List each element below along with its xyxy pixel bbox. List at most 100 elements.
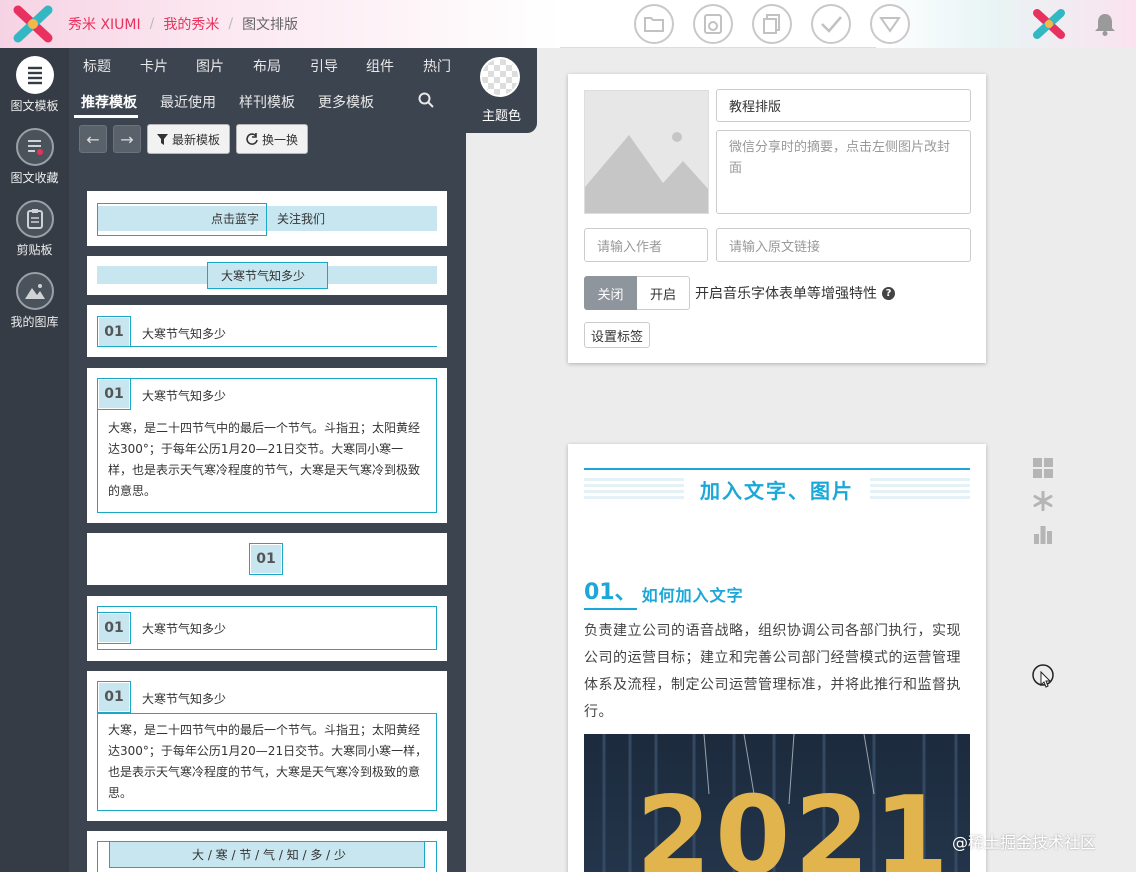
gallery-icon (15, 272, 54, 310)
template-title-text: 大寒节气知多少 (142, 389, 227, 403)
nav-label: 剪贴板 (16, 243, 53, 257)
category-hot[interactable]: 热门 (423, 56, 451, 76)
toolbar-icons (634, 4, 910, 44)
template-card-spaced-title[interactable]: 大 / 寒 / 节 / 气 / 知 / 多 / 少 (87, 831, 447, 872)
section-number: 01、 (584, 574, 637, 610)
summary-input[interactable]: 微信分享时的摘要，点击左侧图片改封面 (716, 130, 971, 214)
template-body-text: 大寒，是二十四节气中的最后一个节气。斗指丑；太阳黄经达300°；于每年公历1月2… (108, 421, 421, 498)
template-list: ← → 最新模板 换一换 点击蓝字 关注我们 大寒节气知多少 01 大寒节气知多… (69, 119, 466, 872)
spaced-title-text: 大 / 寒 / 节 / 气 / 知 / 多 / 少 (192, 848, 347, 862)
template-title-text: 大寒节气知多少 (142, 622, 227, 636)
set-tag-button[interactable]: 设置标签 (584, 322, 651, 348)
section-heading: 01、 如何加入文字 (584, 574, 744, 610)
article-header-block: 加入文字、图片 (584, 468, 970, 503)
shuffle-button[interactable]: 换一换 (236, 124, 309, 154)
nav-clipboard[interactable]: 剪贴板 (0, 200, 69, 258)
article-photo[interactable]: 2021 (584, 734, 970, 872)
nav-label: 图文模板 (10, 99, 59, 113)
latest-templates-button[interactable]: 最新模板 (147, 124, 231, 154)
music-feature-label: 开启音乐字体表单等增强特性 ? (695, 283, 895, 303)
article-paragraph[interactable]: 负责建立公司的语音战略，组织协调公司各部门执行，实现公司的运营目标；建立和完善公… (584, 618, 974, 726)
nav-templates[interactable]: 图文模板 (0, 56, 69, 114)
category-guide[interactable]: 引导 (310, 56, 338, 76)
left-nav: 图文模板 图文收藏 剪贴板 我的图库 (0, 48, 69, 872)
follow-left-text: 点击蓝字 (211, 212, 260, 226)
bell-icon[interactable] (1092, 11, 1118, 37)
music-label-text: 开启音乐字体表单等增强特性 (695, 286, 877, 302)
follow-right-text: 关注我们 (277, 212, 326, 226)
section-title: 如何加入文字 (641, 586, 744, 605)
music-off-button[interactable]: 关闭 (584, 276, 637, 310)
title-input[interactable]: 教程排版 (716, 89, 971, 122)
document-lines-icon (15, 56, 54, 94)
search-icon[interactable] (418, 92, 434, 108)
dropdown-icon[interactable] (870, 4, 910, 44)
watermark-text: @稀土掘金技术社区 (952, 833, 1097, 852)
preview-icon[interactable] (693, 4, 733, 44)
tab-magazine[interactable]: 样刊模板 (239, 92, 295, 112)
crumb-brand[interactable]: 秀米 XIUMI (68, 14, 141, 34)
stats-bar-icon[interactable] (1030, 521, 1056, 547)
template-card-title-bar[interactable]: 大寒节气知多少 (87, 256, 447, 295)
crumb-current: 图文排版 (242, 17, 299, 33)
photo-balloon-text: 2021 (636, 774, 953, 872)
template-panel-header: 标题 卡片 图片 布局 引导 组件 热门 推荐模板 最近使用 样刊模板 更多模板 (69, 48, 466, 119)
check-icon[interactable] (811, 4, 851, 44)
tab-more[interactable]: 更多模板 (318, 92, 374, 112)
theme-label: 主题色 (481, 109, 521, 124)
template-controls: ← → 最新模板 换一换 (79, 124, 309, 154)
template-card-number-only[interactable]: 01 (87, 533, 447, 585)
template-card-numbered[interactable]: 01 大寒节气知多少 (87, 305, 447, 357)
category-component[interactable]: 组件 (366, 56, 394, 76)
article-meta-card: 教程排版 微信分享时的摘要，点击左侧图片改封面 请输入作者 请输入原文链接 关闭… (568, 74, 986, 363)
template-title-text: 大寒节气知多少 (142, 692, 227, 706)
article-header-title: 加入文字、图片 (684, 475, 870, 503)
arrow-right-icon[interactable]: → (113, 125, 141, 153)
user-logo-icon[interactable] (1030, 6, 1068, 42)
nav-label: 图文收藏 (10, 171, 59, 185)
template-card-numbered-body[interactable]: 01 大寒节气知多少 大寒，是二十四节气中的最后一个节气。斗指丑；太阳黄经达30… (87, 368, 447, 523)
image-placeholder-icon (585, 132, 708, 213)
transparent-swatch-icon (480, 57, 520, 97)
breadcrumb: 秀米 XIUMI / 我的秀米 / 图文排版 (68, 14, 299, 34)
shuffle-label: 换一换 (262, 132, 299, 147)
category-card[interactable]: 卡片 (140, 56, 168, 76)
theme-color-button[interactable]: 主题色 (466, 48, 537, 133)
app-root: 秀米 XIUMI / 我的秀米 / 图文排版 图文模板 图文收藏 剪贴板 我的图… (0, 0, 1136, 872)
clipboard-icon (15, 200, 54, 238)
template-card-follow[interactable]: 点击蓝字 关注我们 (87, 191, 447, 246)
template-title-text: 大寒节气知多少 (221, 269, 306, 283)
xiumi-logo[interactable] (12, 4, 54, 44)
top-bar: 秀米 XIUMI / 我的秀米 / 图文排版 (0, 0, 1136, 48)
source-link-input[interactable]: 请输入原文链接 (716, 228, 971, 262)
tab-recommended[interactable]: 推荐模板 (81, 92, 137, 112)
music-toggle: 关闭 开启 (584, 276, 690, 310)
article-editor[interactable]: 加入文字、图片 01、 如何加入文字 负责建立公司的语音战略，组织协调公司各部门… (568, 444, 986, 872)
tab-active-indicator (74, 115, 138, 118)
nav-label: 我的图库 (10, 315, 59, 329)
nav-gallery[interactable]: 我的图库 (0, 272, 69, 330)
author-input[interactable]: 请输入作者 (584, 228, 708, 262)
side-tools (1030, 455, 1058, 554)
refresh-icon (246, 133, 258, 145)
arrow-left-icon[interactable]: ← (79, 125, 107, 153)
grid-icon[interactable] (1030, 455, 1056, 481)
latest-label: 最新模板 (172, 132, 221, 147)
help-icon[interactable]: ? (882, 286, 895, 300)
mouse-cursor-icon (1032, 664, 1054, 688)
favorite-doc-icon (15, 128, 54, 166)
tab-recent[interactable]: 最近使用 (160, 92, 216, 112)
copy-icon[interactable] (752, 4, 792, 44)
crumb-mine[interactable]: 我的秀米 (163, 14, 219, 34)
settings-snowflake-icon[interactable] (1030, 488, 1056, 514)
category-image[interactable]: 图片 (196, 56, 224, 76)
template-card-number-box[interactable]: 01 大寒节气知多少 (87, 596, 447, 661)
nav-favorites[interactable]: 图文收藏 (0, 128, 69, 186)
filter-icon (157, 133, 168, 145)
template-card-box-body[interactable]: 01 大寒节气知多少 大寒，是二十四节气中的最后一个节气。斗指丑；太阳黄经达30… (87, 671, 447, 821)
cover-image[interactable] (584, 90, 709, 214)
folder-icon[interactable] (634, 4, 674, 44)
music-on-button[interactable]: 开启 (637, 276, 690, 310)
category-title[interactable]: 标题 (83, 56, 111, 76)
category-layout[interactable]: 布局 (253, 56, 281, 76)
